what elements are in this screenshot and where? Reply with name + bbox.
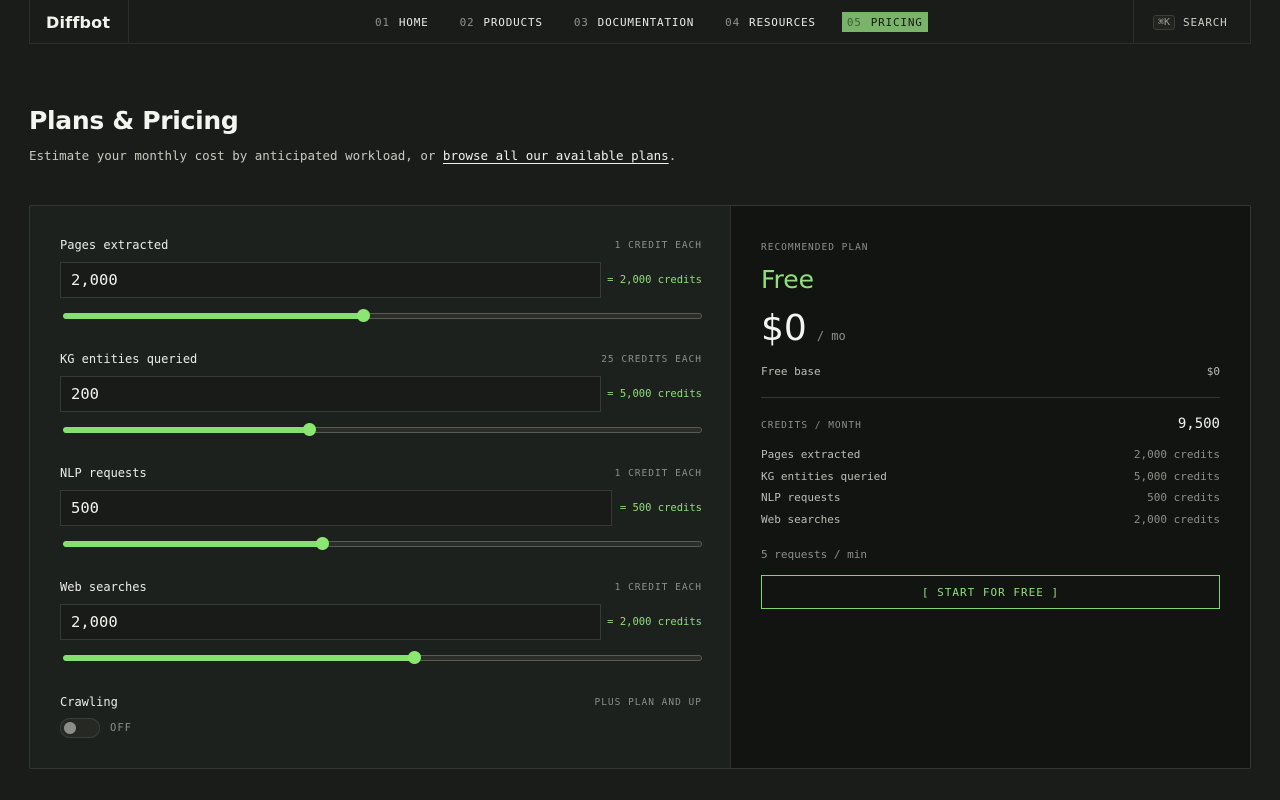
workload-inputs-panel: Pages extracted 1 CREDIT EACH 2,000 = 2,…: [30, 206, 730, 768]
top-nav: Diffbot 01 HOME 02 PRODUCTS 03 DOCUMENTA…: [0, 0, 1280, 44]
base-value: $0: [1206, 365, 1220, 378]
breakdown-label: Pages extracted: [761, 448, 861, 462]
nav-link-label: PRODUCTS: [483, 15, 543, 29]
diffbot-logo[interactable]: Diffbot: [46, 13, 110, 32]
search-button[interactable]: ⌘K SEARCH: [1133, 0, 1251, 44]
field-web-searches: Web searches 1 CREDIT EACH 2,000 = 2,000…: [60, 579, 702, 665]
breakdown-row: NLP requests 500 credits: [761, 487, 1220, 509]
field-plan-note: PLUS PLAN AND UP: [594, 696, 702, 708]
credits-total-row: CREDITS / MONTH 9,500: [761, 416, 1220, 432]
nav-link-label: PRICING: [870, 15, 923, 29]
web-searches-slider[interactable]: [63, 651, 702, 665]
nav-link-documentation[interactable]: 03 DOCUMENTATION: [574, 12, 694, 32]
field-pages-extracted: Pages extracted 1 CREDIT EACH 2,000 = 2,…: [60, 237, 702, 323]
rate-limit: 5 requests / min: [761, 548, 867, 561]
pages-extracted-slider[interactable]: [63, 309, 702, 323]
field-rate: 1 CREDIT EACH: [614, 581, 702, 593]
field-credits: = 2,000 credits: [607, 274, 702, 286]
keyboard-shortcut-badge: ⌘K: [1153, 14, 1176, 30]
nav-link-number: 04: [725, 15, 741, 29]
search-label: SEARCH: [1183, 15, 1228, 29]
breakdown-label: NLP requests: [761, 491, 841, 505]
breakdown-row: Web searches 2,000 credits: [761, 509, 1220, 531]
kg-entities-input[interactable]: 200: [60, 376, 601, 412]
field-kg-entities-queried: KG entities queried 25 CREDITS EACH 200 …: [60, 351, 702, 437]
base-label: Free base: [761, 365, 821, 378]
recommended-plan-label: RECOMMENDED PLAN: [761, 242, 869, 253]
nlp-requests-slider[interactable]: [63, 537, 702, 551]
web-searches-input[interactable]: 2,000: [60, 604, 601, 640]
price-row: $0 / mo: [761, 308, 1220, 349]
breakdown-label: Web searches: [761, 512, 841, 526]
page-title: Plans & Pricing: [29, 106, 239, 135]
breakdown-label: KG entities queried: [761, 469, 887, 483]
pricing-calculator-card: Pages extracted 1 CREDIT EACH 2,000 = 2,…: [29, 205, 1251, 769]
credits-breakdown: Pages extracted 2,000 credits KG entitie…: [761, 444, 1220, 530]
field-credits: = 5,000 credits: [607, 388, 702, 400]
nlp-requests-input[interactable]: 500: [60, 490, 612, 526]
price-period: / mo: [816, 329, 846, 343]
field-label: KG entities queried: [60, 352, 198, 366]
slider-thumb[interactable]: [303, 423, 316, 436]
nav-link-number: 03: [573, 15, 589, 29]
pages-extracted-input[interactable]: 2,000: [60, 262, 601, 298]
nav-link-number: 05: [846, 15, 862, 29]
nav-link-resources[interactable]: 04 RESOURCES: [725, 12, 816, 32]
field-crawling: Crawling PLUS PLAN AND UP: [60, 694, 702, 710]
slider-fill: [63, 427, 309, 433]
breakdown-value: 5,000 credits: [1133, 469, 1220, 483]
slider-fill: [63, 655, 415, 661]
field-rate: 25 CREDITS EACH: [601, 353, 702, 365]
breakdown-row: Pages extracted 2,000 credits: [761, 444, 1220, 466]
kg-entities-slider[interactable]: [63, 423, 702, 437]
slider-fill: [63, 313, 364, 319]
slider-thumb[interactable]: [357, 309, 371, 322]
breakdown-value: 2,000 credits: [1133, 448, 1220, 462]
start-for-free-button[interactable]: [ START FOR FREE ]: [761, 575, 1220, 609]
field-rate: 1 CREDIT EACH: [614, 239, 702, 251]
breakdown-value: 500 credits: [1147, 491, 1220, 505]
slider-thumb[interactable]: [315, 537, 329, 550]
base-price-row: Free base $0: [761, 365, 1220, 378]
field-label: Web searches: [60, 580, 147, 594]
recommended-plan-panel: RECOMMENDED PLAN Free $0 / mo Free base …: [730, 206, 1250, 768]
toggle-knob: [64, 722, 76, 734]
nav-link-products[interactable]: 02 PRODUCTS: [460, 12, 543, 32]
crawling-toggle-row: OFF: [60, 718, 132, 738]
breakdown-row: KG entities queried 5,000 credits: [761, 466, 1220, 488]
nav-link-pricing[interactable]: 05 PRICING: [841, 12, 928, 32]
plan-name: Free: [761, 265, 815, 294]
field-label: Pages extracted: [60, 238, 169, 252]
field-credits: = 500 credits: [619, 502, 702, 514]
field-label: NLP requests: [60, 466, 147, 480]
subtitle-prefix: Estimate your monthly cost by anticipate…: [29, 148, 443, 163]
nav-link-number: 01: [375, 15, 390, 29]
credits-total: 9,500: [1177, 416, 1220, 432]
browse-plans-link[interactable]: browse all our available plans: [443, 148, 669, 163]
page-subtitle: Estimate your monthly cost by anticipate…: [29, 148, 676, 163]
plan-price: $0: [761, 308, 807, 349]
nav-link-label: HOME: [398, 15, 429, 29]
crawling-toggle[interactable]: [60, 718, 100, 738]
credits-label: CREDITS / MONTH: [761, 420, 862, 431]
nav-link-number: 02: [459, 15, 475, 29]
divider: [761, 397, 1220, 398]
nav-link-label: DOCUMENTATION: [597, 15, 695, 29]
slider-thumb[interactable]: [408, 651, 422, 664]
breakdown-value: 2,000 credits: [1133, 512, 1220, 526]
field-label: Crawling: [60, 695, 118, 709]
field-credits: = 2,000 credits: [607, 616, 702, 628]
subtitle-suffix: .: [668, 148, 677, 163]
field-nlp-requests: NLP requests 1 CREDIT EACH 500 = 500 cre…: [60, 465, 702, 551]
slider-fill: [63, 541, 322, 547]
toggle-state: OFF: [110, 722, 132, 734]
nav-links: 01 HOME 02 PRODUCTS 03 DOCUMENTATION 04 …: [375, 0, 959, 44]
nav-link-home[interactable]: 01 HOME: [375, 12, 429, 32]
nav-link-label: RESOURCES: [749, 15, 816, 29]
logo-cell[interactable]: Diffbot: [29, 0, 129, 44]
field-rate: 1 CREDIT EACH: [614, 467, 702, 479]
